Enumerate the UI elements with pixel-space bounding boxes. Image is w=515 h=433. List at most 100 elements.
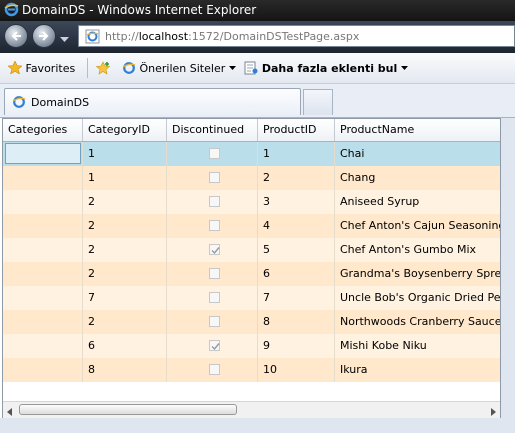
cell-productid[interactable]: 7 [258, 286, 335, 310]
page-margin-bottom [0, 418, 515, 433]
cell-categories[interactable] [3, 214, 83, 238]
discontinued-checkbox[interactable] [209, 292, 220, 303]
add-favorite-icon [95, 61, 111, 75]
cell-productname[interactable]: Chang [335, 166, 500, 190]
discontinued-checkbox[interactable] [209, 364, 220, 375]
discontinued-checkbox-checked[interactable] [209, 244, 220, 255]
cell-categoryid[interactable]: 2 [83, 310, 167, 334]
favorites-bar: Favorites Önerilen Siteler Daha fazla ek… [0, 53, 515, 84]
favorites-label: Favorites [25, 62, 76, 75]
cell-discontinued [167, 142, 258, 166]
favorites-button[interactable]: Favorites [7, 60, 76, 75]
url-host: localhost [138, 30, 189, 43]
column-header-productname[interactable]: ProductName [335, 119, 500, 141]
current-cell-indicator [5, 143, 81, 164]
cell-productname[interactable]: Aniseed Syrup [335, 190, 500, 214]
cell-productname[interactable]: Ikura [335, 358, 500, 382]
cell-categories[interactable] [3, 166, 83, 190]
cell-productname[interactable]: Uncle Bob's Organic Dried Pears [335, 286, 500, 310]
table-row[interactable]: 6 9 Mishi Kobe Niku [3, 334, 500, 358]
cell-categories[interactable] [3, 286, 83, 310]
address-bar[interactable]: http://localhost:1572/DomainDSTestPage.a… [78, 25, 515, 47]
cell-categories[interactable] [3, 142, 83, 166]
cell-categories[interactable] [3, 238, 83, 262]
table-row[interactable]: 2 5 Chef Anton's Gumbo Mix [3, 238, 500, 262]
cell-categoryid[interactable]: 8 [83, 358, 167, 382]
cell-productid[interactable]: 5 [258, 238, 335, 262]
cell-productname[interactable]: Grandma's Boysenberry Spread [335, 262, 500, 286]
discontinued-checkbox[interactable] [209, 172, 220, 183]
table-row[interactable]: 7 7 Uncle Bob's Organic Dried Pears [3, 286, 500, 310]
column-header-discontinued[interactable]: Discontinued [167, 119, 258, 141]
arrow-right-icon [39, 31, 49, 41]
cell-productname[interactable]: Chef Anton's Gumbo Mix [335, 238, 500, 262]
cell-productid[interactable]: 4 [258, 214, 335, 238]
cell-productid[interactable]: 1 [258, 142, 335, 166]
cell-productid[interactable]: 6 [258, 262, 335, 286]
suggested-sites-button[interactable]: Önerilen Siteler [122, 61, 236, 75]
table-row[interactable]: 1 1 Chai [3, 142, 500, 166]
cell-categories[interactable] [3, 358, 83, 382]
cell-categories[interactable] [3, 190, 83, 214]
forward-button[interactable] [32, 24, 56, 48]
cell-categoryid[interactable]: 2 [83, 238, 167, 262]
table-row[interactable]: 8 10 Ikura [3, 358, 500, 382]
cell-categoryid[interactable]: 7 [83, 286, 167, 310]
cell-productid[interactable]: 8 [258, 310, 335, 334]
tab-domainds[interactable]: DomainDS [4, 88, 301, 115]
discontinued-checkbox[interactable] [209, 148, 220, 159]
ie-icon [122, 62, 136, 74]
cell-categoryid[interactable]: 2 [83, 214, 167, 238]
cell-discontinued [167, 310, 258, 334]
title-bar: DomainDS - Windows Internet Explorer [0, 0, 515, 21]
window-title: DomainDS - Windows Internet Explorer [22, 3, 257, 17]
cell-categoryid[interactable]: 6 [83, 334, 167, 358]
products-data-grid: Categories CategoryID Discontinued Produ… [2, 118, 501, 418]
cell-productname[interactable]: Northwoods Cranberry Sauce [335, 310, 500, 334]
add-favorite-button[interactable] [95, 61, 112, 78]
history-dropdown-icon[interactable] [60, 33, 69, 46]
back-button[interactable] [4, 24, 28, 48]
cell-discontinued [167, 166, 258, 190]
cell-productname[interactable]: Mishi Kobe Niku [335, 334, 500, 358]
page-margin-right [501, 118, 515, 433]
cell-categoryid[interactable]: 2 [83, 262, 167, 286]
discontinued-checkbox[interactable] [209, 316, 220, 327]
cell-productname[interactable]: Chef Anton's Cajun Seasoning [335, 214, 500, 238]
cell-categories[interactable] [3, 310, 83, 334]
cell-categories[interactable] [3, 334, 83, 358]
cell-discontinued [167, 190, 258, 214]
cell-categoryid[interactable]: 2 [83, 190, 167, 214]
chevron-down-icon [401, 66, 409, 70]
cell-discontinued [167, 238, 258, 262]
table-row[interactable]: 1 2 Chang [3, 166, 500, 190]
cell-productname[interactable]: Chai [335, 142, 500, 166]
horizontal-scrollbar[interactable] [3, 401, 500, 418]
table-row[interactable]: 2 6 Grandma's Boysenberry Spread [3, 262, 500, 286]
new-tab-button[interactable] [303, 89, 333, 115]
table-row[interactable]: 2 8 Northwoods Cranberry Sauce [3, 310, 500, 334]
discontinued-checkbox[interactable] [209, 268, 220, 279]
more-addons-label: Daha fazla eklenti bul [261, 62, 398, 75]
table-row[interactable]: 2 3 Aniseed Syrup [3, 190, 500, 214]
column-header-categoryid[interactable]: CategoryID [83, 119, 167, 141]
suggested-sites-label: Önerilen Siteler [139, 62, 226, 75]
navigation-bar: http://localhost:1572/DomainDSTestPage.a… [0, 21, 515, 53]
cell-categoryid[interactable]: 1 [83, 142, 167, 166]
cell-productid[interactable]: 9 [258, 334, 335, 358]
column-header-productid[interactable]: ProductID [258, 119, 335, 141]
cell-productid[interactable]: 2 [258, 166, 335, 190]
discontinued-checkbox[interactable] [209, 220, 220, 231]
cell-categoryid[interactable]: 1 [83, 166, 167, 190]
discontinued-checkbox[interactable] [209, 196, 220, 207]
cell-productid[interactable]: 10 [258, 358, 335, 382]
cell-productid[interactable]: 3 [258, 190, 335, 214]
cell-categories[interactable] [3, 262, 83, 286]
discontinued-checkbox-checked[interactable] [209, 340, 220, 351]
table-row[interactable]: 2 4 Chef Anton's Cajun Seasoning [3, 214, 500, 238]
column-header-categories[interactable]: Categories [3, 119, 83, 141]
more-addons-button[interactable]: Daha fazla eklenti bul [244, 61, 409, 75]
star-icon [7, 60, 23, 75]
scrollbar-thumb[interactable] [19, 404, 237, 415]
tab-ie-icon [12, 95, 26, 112]
